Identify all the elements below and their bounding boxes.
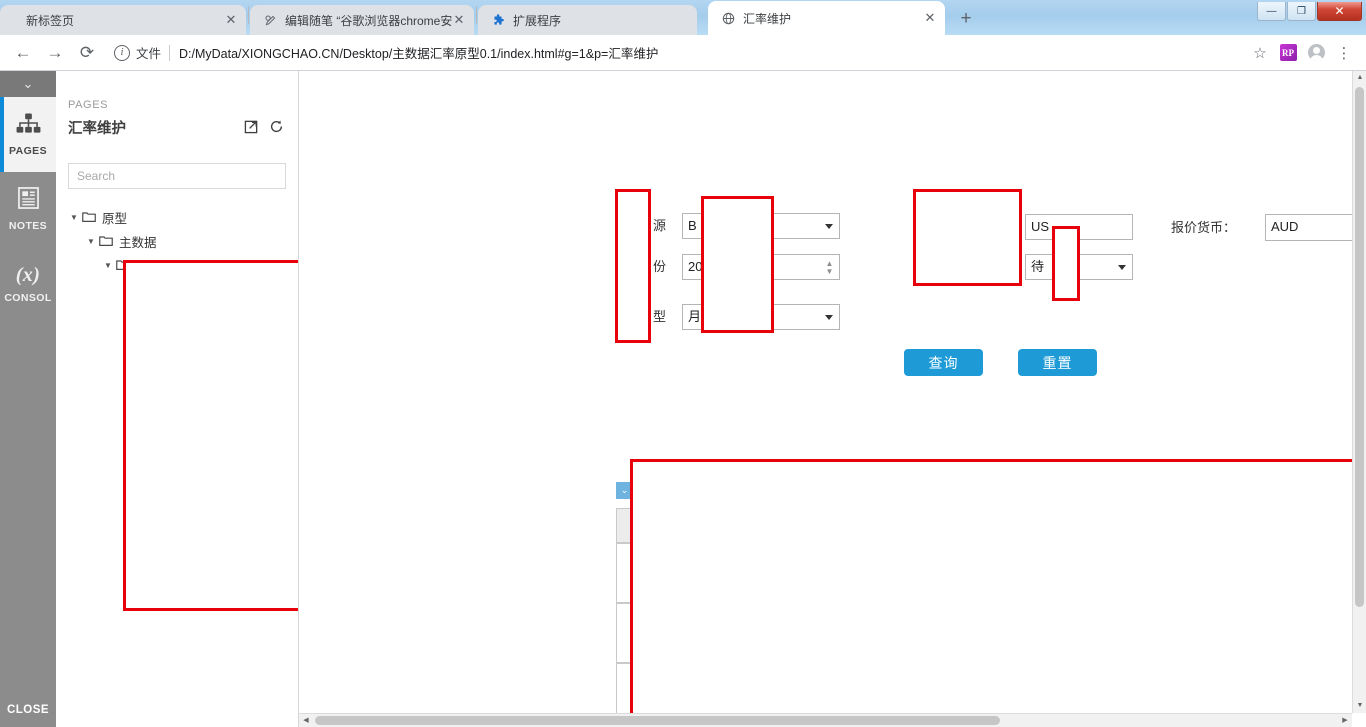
- bookmark-star-icon[interactable]: ☆: [1246, 39, 1274, 67]
- annotation-rectangle-results-table: [630, 459, 1352, 713]
- pages-panel: PAGES 汇率维护 Search ▼ 原型 ▼ 主数据 ▼: [56, 71, 299, 727]
- spinner-icon[interactable]: ▲ ▼: [824, 260, 835, 276]
- puzzle-icon: [490, 12, 506, 28]
- chevron-down-icon: [1118, 265, 1126, 270]
- sidebar-item-notes[interactable]: NOTES: [0, 172, 56, 247]
- url-text: D:/MyData/XIONGCHAO.CN/Desktop/主数据汇率原型0.…: [179, 47, 659, 61]
- browser-titlebar: 新标签页 ✕ 编辑随笔 “谷歌浏览器chrome安 ✕ 扩展程序 汇率维护 ✕ …: [0, 0, 1366, 35]
- annotation-rectangle-currency-label: [913, 189, 1022, 286]
- new-tab-button[interactable]: +: [952, 5, 980, 33]
- scroll-up-arrow[interactable]: ▲: [1353, 71, 1366, 85]
- sidebar-item-label: PAGES: [9, 144, 47, 157]
- browser-tab-extensions[interactable]: 扩展程序: [478, 5, 697, 35]
- chevron-down-icon[interactable]: ▼: [85, 237, 97, 246]
- page-info-icon[interactable]: i: [114, 44, 130, 61]
- folder-icon: [99, 234, 113, 249]
- notes-icon: [17, 187, 39, 213]
- tab-title: 扩展程序: [513, 13, 562, 28]
- tab-close-icon[interactable]: ✕: [923, 11, 937, 25]
- tree-item-label: 主数据: [119, 235, 157, 250]
- chevron-down-icon: [825, 224, 833, 229]
- reset-button[interactable]: 重置: [1018, 349, 1097, 376]
- toolbar-right-actions: ☆ RP ⋮: [1246, 39, 1358, 67]
- tree-item-label: 原型: [102, 211, 128, 226]
- tab-divider: [248, 5, 249, 24]
- scroll-left-arrow[interactable]: ◀: [299, 714, 313, 727]
- quote-currency-input[interactable]: AUD: [1265, 214, 1352, 241]
- horizontal-scroll-thumb[interactable]: [315, 716, 1000, 725]
- browser-toolbar: ← → ⟳ i 文件 D:/MyData/XIONGCHAO.CN/Deskto…: [0, 35, 1366, 71]
- window-controls: — ❐ ✕: [1256, 2, 1362, 22]
- browser-tab-blog-editor[interactable]: 编辑随笔 “谷歌浏览器chrome安 ✕: [250, 5, 474, 35]
- vertical-scroll-thumb[interactable]: [1355, 87, 1364, 607]
- pages-panel-header: PAGES 汇率维护: [56, 71, 298, 138]
- reload-button[interactable]: ⟳: [72, 38, 102, 68]
- sidebar-item-label: NOTES: [8, 220, 48, 232]
- annotation-rectangle-labels: [615, 189, 651, 343]
- pages-panel-kicker: PAGES: [68, 99, 109, 111]
- chevron-down-icon[interactable]: ▼: [68, 213, 80, 222]
- console-variable-icon: (x): [15, 264, 41, 286]
- sidebar-item-console[interactable]: (x) CONSOL: [0, 247, 56, 322]
- tab-title: 编辑随笔 “谷歌浏览器chrome安: [285, 13, 452, 28]
- browser-tab-new-tab-page[interactable]: 新标签页 ✕: [0, 5, 246, 35]
- search-input[interactable]: Search: [68, 163, 286, 189]
- quote-currency-value: AUD: [1271, 219, 1299, 234]
- close-panel-button[interactable]: CLOSE: [0, 693, 56, 727]
- scroll-right-arrow[interactable]: ▶: [1338, 714, 1352, 727]
- page-vertical-scrollbar[interactable]: ▲ ▼: [1352, 71, 1366, 713]
- back-button[interactable]: ←: [8, 38, 38, 68]
- maximize-button[interactable]: ❐: [1287, 2, 1316, 21]
- profile-avatar-icon[interactable]: [1302, 39, 1330, 67]
- search-placeholder: Search: [77, 169, 116, 183]
- prototype-stage: 源 B 份 20 ▲ ▼ 型 月 US 待 报价货币： AUD 查询 重置 ⌄ …: [299, 71, 1366, 727]
- minimize-button[interactable]: —: [1257, 2, 1286, 21]
- query-button[interactable]: 查询: [904, 349, 983, 376]
- tree-item-master-data[interactable]: ▼ 主数据: [56, 229, 298, 253]
- pen-icon: [262, 12, 278, 28]
- url-scheme-label: 文件: [136, 47, 162, 61]
- globe-icon: [720, 10, 736, 26]
- refresh-icon[interactable]: [269, 119, 284, 137]
- source-select-value: B: [688, 218, 697, 233]
- sidebar-item-label: CONSOL: [4, 292, 52, 304]
- scroll-down-arrow[interactable]: ▼: [1353, 699, 1366, 713]
- omnibox-divider: [169, 44, 171, 61]
- chrome-menu-icon[interactable]: ⋮: [1330, 39, 1358, 67]
- tab-close-icon[interactable]: ✕: [452, 13, 466, 27]
- chevron-down-icon: [825, 315, 833, 320]
- annotation-rectangle-status-value: [1052, 226, 1080, 301]
- annotation-rectangle-field-values: [701, 196, 774, 333]
- tab-title: 汇率维护: [743, 11, 792, 26]
- quote-currency-label: 报价货币：: [1171, 220, 1237, 235]
- sidebar-item-pages[interactable]: PAGES: [0, 97, 56, 172]
- browser-window: 新标签页 ✕ 编辑随笔 “谷歌浏览器chrome安 ✕ 扩展程序 汇率维护 ✕ …: [0, 0, 1366, 727]
- close-window-button[interactable]: ✕: [1317, 2, 1362, 21]
- chevron-down-icon[interactable]: ▼: [102, 261, 114, 270]
- address-bar[interactable]: i 文件 D:/MyData/XIONGCHAO.CN/Desktop/主数据汇…: [110, 39, 1240, 66]
- tab-strip: 新标签页 ✕ 编辑随笔 “谷歌浏览器chrome安 ✕ 扩展程序 汇率维护 ✕ …: [0, 0, 980, 35]
- forward-button[interactable]: →: [40, 38, 70, 68]
- collapse-panel-icon[interactable]: ⌄: [0, 71, 56, 97]
- axure-rp-extension-icon[interactable]: RP: [1274, 39, 1302, 67]
- rate-type-select-value: 月: [688, 309, 702, 324]
- page-horizontal-scrollbar[interactable]: ◀ ▶: [299, 713, 1352, 727]
- annotation-rectangle-tree: [123, 260, 298, 611]
- currency-value: US: [1031, 219, 1050, 234]
- tab-close-icon[interactable]: ✕: [224, 13, 238, 27]
- status-select-value: 待: [1031, 259, 1045, 274]
- sitemap-icon: [16, 112, 41, 138]
- folder-icon: [82, 210, 96, 225]
- prototype-content: 源 B 份 20 ▲ ▼ 型 月 US 待 报价货币： AUD 查询 重置 ⌄: [299, 71, 1352, 713]
- tab-title: 新标签页: [26, 13, 75, 28]
- tree-item-prototype[interactable]: ▼ 原型: [56, 205, 298, 229]
- tab-divider: [476, 5, 477, 24]
- page-title: 汇率维护: [68, 121, 126, 137]
- open-in-new-icon[interactable]: [244, 119, 259, 137]
- browser-tab-exchange-rate-maintenance[interactable]: 汇率维护 ✕: [708, 1, 945, 35]
- viewer-sidebar-rail: ⌄ PAGES NOTES (x) CONSOL CLOSE: [0, 71, 56, 727]
- axure-prototype-viewer: ⌄ PAGES NOTES (x) CONSOL CLOSE PAGES 汇率维…: [0, 71, 1366, 727]
